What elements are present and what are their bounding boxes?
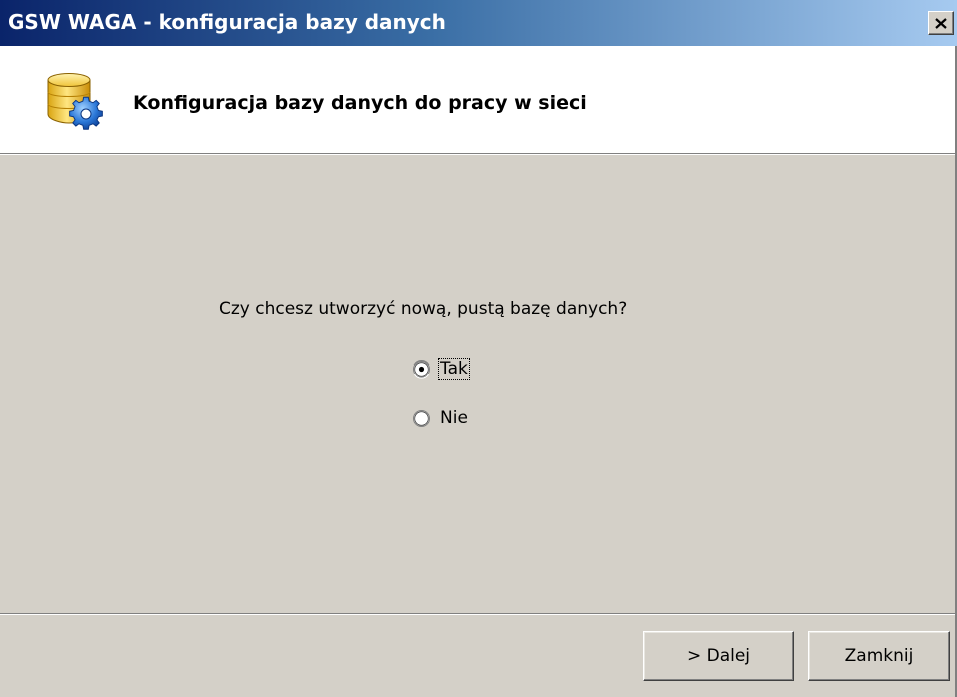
database-gear-icon bbox=[47, 73, 103, 130]
question-label: Czy chcesz utworzyć nową, pustą bazę dan… bbox=[219, 299, 628, 319]
radio-option-tak[interactable]: Tak bbox=[412, 358, 470, 380]
next-button[interactable]: > Dalej bbox=[643, 631, 794, 681]
radio-label-nie[interactable]: Nie bbox=[439, 408, 469, 428]
header-panel: Konfiguracja bazy danych do pracy w siec… bbox=[0, 46, 957, 155]
radio-selected-icon[interactable] bbox=[412, 359, 431, 379]
button-bar: > Dalej Zamknij bbox=[0, 615, 957, 697]
radio-unselected-icon[interactable] bbox=[412, 409, 431, 428]
close-window-button[interactable] bbox=[928, 11, 954, 35]
close-icon bbox=[935, 17, 947, 29]
close-button[interactable]: Zamknij bbox=[808, 631, 950, 681]
radio-option-nie[interactable]: Nie bbox=[412, 408, 469, 428]
content-area: Czy chcesz utworzyć nową, pustą bazę dan… bbox=[0, 156, 957, 613]
title-bar[interactable]: GSW WAGA - konfiguracja bazy danych bbox=[0, 0, 957, 46]
dialog-window: GSW WAGA - konfiguracja bazy danych Konf… bbox=[0, 0, 957, 697]
window-title: GSW WAGA - konfiguracja bazy danych bbox=[8, 10, 446, 34]
radio-label-tak[interactable]: Tak bbox=[438, 358, 470, 380]
header-title: Konfiguracja bazy danych do pracy w siec… bbox=[133, 92, 587, 114]
